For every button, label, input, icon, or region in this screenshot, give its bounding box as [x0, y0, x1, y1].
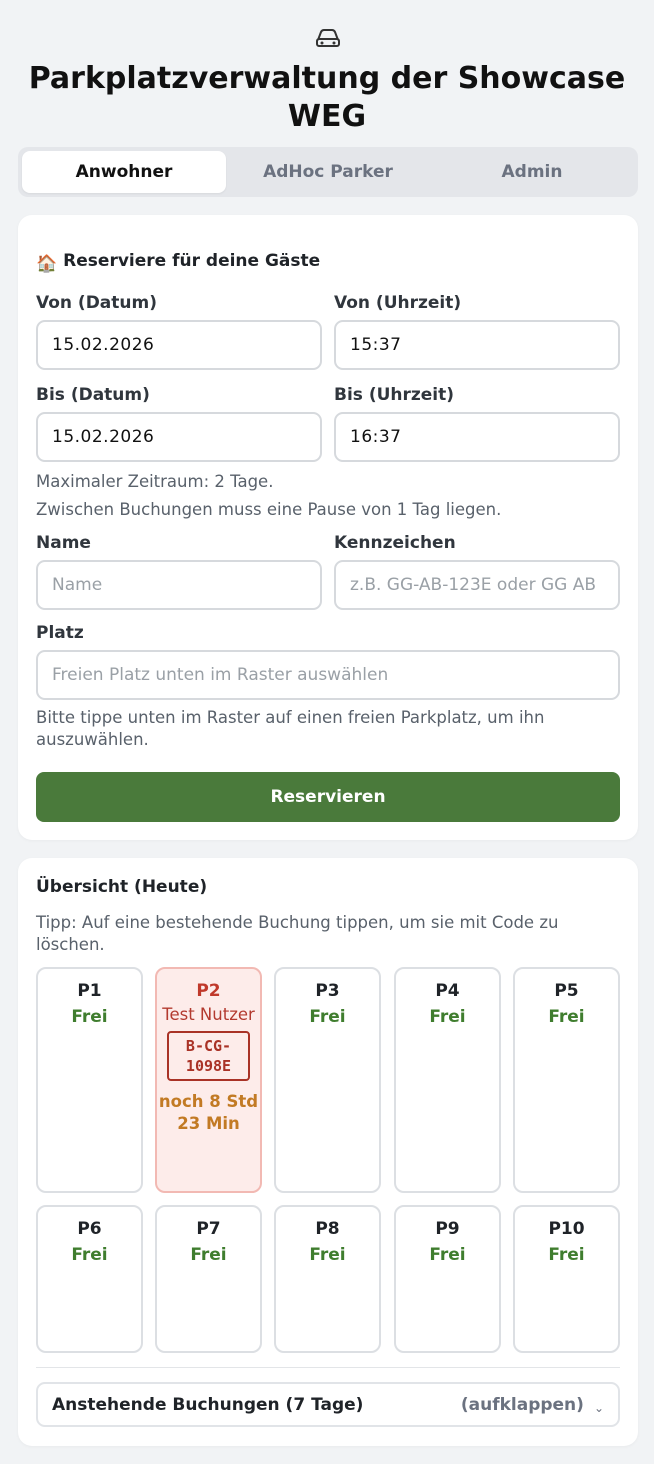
to-date-label: Bis (Datum) — [36, 385, 150, 405]
from-time-input[interactable]: 15:37 — [334, 320, 620, 370]
from-time-label: Von (Uhrzeit) — [334, 293, 462, 313]
reserve-button[interactable]: Reservieren — [36, 772, 620, 822]
tab-bar: Anwohner AdHoc Parker Admin — [18, 147, 638, 197]
upcoming-bookings-title: Anstehende Buchungen (7 Tage) — [52, 1394, 364, 1415]
overview-tip: Tipp: Auf eine bestehende Buchung tippen… — [36, 913, 559, 954]
spot-name: P6 — [77, 1219, 102, 1239]
parking-spot-p5[interactable]: P5 Frei — [513, 967, 620, 1193]
spot-name: P2 — [196, 981, 221, 1001]
spot-status: Frei — [429, 1007, 466, 1027]
car-icon — [316, 29, 340, 47]
parking-spot-p4[interactable]: P4 Frei — [394, 967, 501, 1193]
parking-spot-p6[interactable]: P6 Frei — [36, 1205, 143, 1353]
chevron-down-icon: ⌄ — [593, 1400, 604, 1415]
page: Parkplatzverwaltung der Showcase WEG Anw… — [0, 0, 654, 1464]
spot-name: P4 — [435, 981, 460, 1001]
reservation-heading-text: Reserviere für deine Gäste — [63, 251, 321, 271]
spot-name: P8 — [315, 1219, 340, 1239]
tab-anwohner[interactable]: Anwohner — [22, 151, 226, 193]
spot-guest-name: Test Nutzer — [162, 1005, 255, 1024]
overview-card: Übersicht (Heute) Tipp: Auf eine bestehe… — [18, 858, 638, 1446]
parking-spot-p10[interactable]: P10 Frei — [513, 1205, 620, 1353]
name-label: Name — [36, 533, 91, 553]
spot-status: Frei — [71, 1245, 108, 1265]
divider — [36, 1367, 620, 1368]
plate-input[interactable] — [334, 560, 620, 610]
name-input[interactable] — [36, 560, 322, 610]
spot-status: Frei — [71, 1007, 108, 1027]
spot-license-plate: B-CG-1098E — [167, 1031, 250, 1081]
upcoming-bookings-toggle[interactable]: Anstehende Buchungen (7 Tage) (aufklappe… — [36, 1382, 620, 1427]
spot-name: P9 — [435, 1219, 460, 1239]
from-date-input[interactable]: 15.02.2026 — [36, 320, 322, 370]
spot-status: Frei — [548, 1245, 585, 1265]
parking-spot-p2[interactable]: P2 Test Nutzer B-CG-1098E noch 8 Std 23 … — [155, 967, 262, 1193]
pause-note: Zwischen Buchungen muss eine Pause von 1… — [36, 500, 502, 519]
to-date-input[interactable]: 15.02.2026 — [36, 412, 322, 462]
parking-spot-p1[interactable]: P1 Frei — [36, 967, 143, 1193]
spot-label: Platz — [36, 623, 84, 643]
spot-status: Frei — [190, 1245, 227, 1265]
overview-heading: Übersicht (Heute) — [36, 877, 208, 897]
max-period-note: Maximaler Zeitraum: 2 Tage. — [36, 472, 274, 491]
spot-name: P7 — [196, 1219, 221, 1239]
spot-remaining-time: noch 8 Std 23 Min — [158, 1092, 259, 1133]
spot-name: P3 — [315, 981, 340, 1001]
spot-name: P10 — [548, 1219, 585, 1239]
parking-spot-p3[interactable]: P3 Frei — [274, 967, 381, 1193]
spot-status: Frei — [309, 1007, 346, 1027]
spot-name: P1 — [77, 981, 102, 1001]
reservation-card: 🏠 Reserviere für deine Gäste Von (Datum) … — [18, 215, 638, 840]
spot-input[interactable] — [36, 650, 620, 700]
spot-hint: Bitte tippe unten im Raster auf einen fr… — [36, 708, 545, 749]
parking-spot-p8[interactable]: P8 Frei — [274, 1205, 381, 1353]
parking-spot-p9[interactable]: P9 Frei — [394, 1205, 501, 1353]
spot-status: Frei — [309, 1245, 346, 1265]
to-time-input[interactable]: 16:37 — [334, 412, 620, 462]
spot-name: P5 — [554, 981, 579, 1001]
house-icon: 🏠 — [36, 254, 58, 274]
page-title: Parkplatzverwaltung der Showcase WEG — [28, 61, 626, 134]
spot-status: Frei — [429, 1245, 466, 1265]
expand-hint: (aufklappen) — [460, 1394, 584, 1415]
plate-label: Kennzeichen — [334, 533, 456, 553]
parking-spot-p7[interactable]: P7 Frei — [155, 1205, 262, 1353]
tab-adhoc-parker[interactable]: AdHoc Parker — [226, 151, 430, 193]
spot-status: Frei — [548, 1007, 585, 1027]
from-date-label: Von (Datum) — [36, 293, 157, 313]
tab-admin[interactable]: Admin — [430, 151, 634, 193]
reservation-heading: 🏠 Reserviere für deine Gäste — [36, 251, 320, 274]
to-time-label: Bis (Uhrzeit) — [334, 385, 455, 405]
